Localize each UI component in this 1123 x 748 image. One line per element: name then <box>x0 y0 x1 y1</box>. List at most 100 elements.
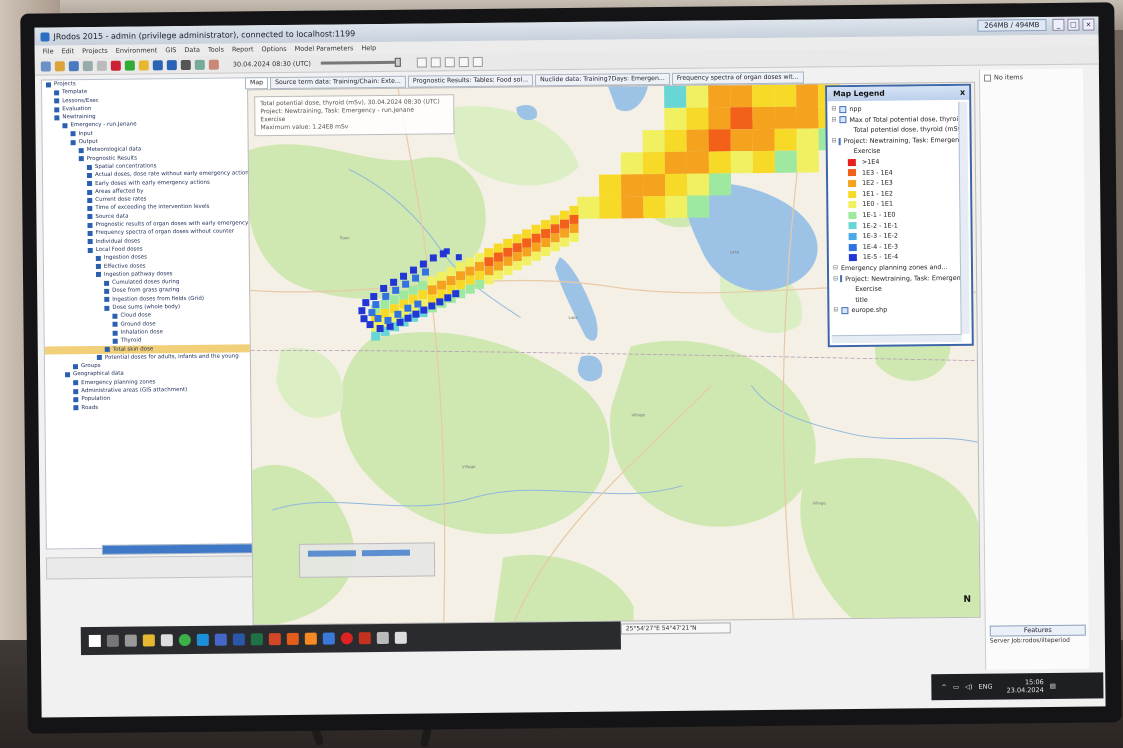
clock[interactable]: 15:06 23.04.2024 <box>1006 678 1044 694</box>
word-icon[interactable] <box>232 633 245 646</box>
layer-icon[interactable] <box>138 59 149 70</box>
vpn-icon[interactable] <box>322 632 335 645</box>
network-app-icon[interactable] <box>394 631 407 644</box>
minimize-icon[interactable]: _ <box>1052 18 1065 31</box>
legend-layer[interactable]: ⊟ europe.shp <box>833 304 967 316</box>
copy-icon[interactable] <box>96 60 107 71</box>
pan-icon[interactable] <box>180 59 191 70</box>
menu-item[interactable]: Projects <box>82 47 108 55</box>
zoom-out-icon[interactable] <box>166 59 177 70</box>
pdf-icon[interactable] <box>358 632 371 645</box>
tree-node-label: Input <box>78 130 93 137</box>
select-icon[interactable] <box>194 59 205 70</box>
legend-class-label: 1E0 - 1E1 <box>862 199 894 209</box>
tree-node[interactable]: Roads <box>45 402 279 413</box>
layer-checkbox[interactable] <box>838 137 841 145</box>
map-legend[interactable]: Map Legend x ⊟ npp ⊟ Max of Total potential… <box>825 83 974 348</box>
layer-checkbox[interactable] <box>841 307 849 315</box>
expand-icon[interactable]: ⊟ <box>833 263 839 274</box>
expand-icon[interactable]: ⊟ <box>832 136 837 147</box>
app-icon[interactable] <box>160 634 173 647</box>
start-icon[interactable] <box>88 634 101 648</box>
java-icon[interactable] <box>304 632 317 645</box>
menu-item[interactable]: Options <box>261 45 286 53</box>
plume-cell <box>362 299 370 307</box>
firefox-icon[interactable] <box>286 632 299 645</box>
cut-icon[interactable] <box>82 60 93 71</box>
menu-item[interactable]: Report <box>232 45 254 53</box>
teams-icon[interactable] <box>214 633 227 646</box>
folder-icon <box>87 222 93 228</box>
terminal-icon[interactable] <box>376 631 389 645</box>
legend-swatch <box>848 201 857 209</box>
plume-cell <box>436 298 444 306</box>
layer-checkbox[interactable] <box>839 105 847 113</box>
menu-item[interactable]: GIS <box>165 46 176 54</box>
chrome-icon[interactable] <box>178 633 191 647</box>
plume-cell <box>512 261 522 271</box>
expand-icon[interactable]: ⊟ <box>831 104 837 115</box>
features-button[interactable]: Features <box>989 624 1086 637</box>
network-icon[interactable]: ▭ <box>953 683 959 691</box>
notifications-icon[interactable]: ▤ <box>1050 682 1056 690</box>
plume-cell <box>686 151 709 174</box>
map-info-box: Total potential dose, thyroid (mSv), 30.… <box>254 94 455 137</box>
close-icon[interactable]: × <box>1082 18 1095 31</box>
legend-horizontal-scrollbar[interactable] <box>831 333 962 344</box>
language-indicator[interactable]: ENG <box>978 683 992 691</box>
plume-cell <box>642 151 665 175</box>
save-icon[interactable] <box>68 60 79 71</box>
powerpoint-icon[interactable] <box>268 633 281 646</box>
opera-icon[interactable] <box>340 632 353 645</box>
expand-icon[interactable]: ⊟ <box>833 274 838 285</box>
menu-item[interactable]: Data <box>184 46 200 54</box>
plume-cell <box>752 150 775 174</box>
next-frame-button[interactable] <box>458 56 469 67</box>
project-tree[interactable]: Projects Template Lessons/Exec Evaluation Ne… <box>40 77 282 550</box>
checkbox[interactable] <box>983 74 992 82</box>
folder-icon <box>104 305 110 311</box>
time-slider[interactable] <box>320 57 401 67</box>
stop-icon[interactable] <box>110 60 121 71</box>
excel-icon[interactable] <box>250 633 263 646</box>
plume-cell <box>687 195 710 218</box>
expand-icon[interactable]: ⊟ <box>833 305 839 316</box>
last-frame-button[interactable] <box>472 56 483 67</box>
legend-swatch <box>848 232 857 240</box>
zoom-in-icon[interactable] <box>152 59 163 70</box>
new-icon[interactable] <box>40 60 51 72</box>
identify-icon[interactable] <box>208 59 219 70</box>
legend-layer[interactable]: ⊟ Project: Newtraining, Task: Emergency <box>832 135 966 147</box>
menu-item[interactable]: Model Parameters <box>295 44 354 53</box>
search-icon[interactable] <box>106 634 119 647</box>
folder-icon <box>54 98 60 104</box>
open-icon[interactable] <box>54 60 65 71</box>
legend-layer[interactable]: ⊟ Project: Newtraining, Task: Emergency <box>833 272 967 284</box>
run-icon[interactable] <box>124 60 135 71</box>
features-panel: No items Features Server Job:rodos/iltep… <box>978 68 1090 670</box>
no-items-option[interactable]: No items <box>983 73 1023 82</box>
plume-cell <box>409 266 418 274</box>
close-icon[interactable]: x <box>960 86 965 100</box>
menu-item[interactable]: Edit <box>62 47 75 55</box>
layer-checkbox[interactable] <box>840 275 843 283</box>
expand-icon[interactable]: ⊟ <box>831 115 837 126</box>
first-frame-button[interactable] <box>416 56 427 68</box>
task-view-icon[interactable] <box>124 634 137 647</box>
volume-icon[interactable]: ◁) <box>965 683 973 691</box>
menu-item[interactable]: Help <box>361 44 376 52</box>
menu-item[interactable]: Tools <box>208 46 224 54</box>
menu-item[interactable]: File <box>43 47 54 55</box>
play-button[interactable] <box>444 56 455 67</box>
file-explorer-icon[interactable] <box>142 634 155 647</box>
legend-title: Map Legend <box>833 88 885 99</box>
memory-indicator[interactable]: 264MB / 494MB <box>977 18 1047 32</box>
maximize-icon[interactable]: □ <box>1067 18 1080 31</box>
chevron-up-icon[interactable]: ^ <box>941 683 947 691</box>
previous-frame-button[interactable] <box>430 56 441 67</box>
edge-icon[interactable] <box>196 633 209 646</box>
menu-item[interactable]: Environment <box>116 46 158 54</box>
tab[interactable]: Map <box>244 77 269 90</box>
layer-checkbox[interactable] <box>839 116 847 124</box>
map-overview-control[interactable] <box>298 542 436 578</box>
